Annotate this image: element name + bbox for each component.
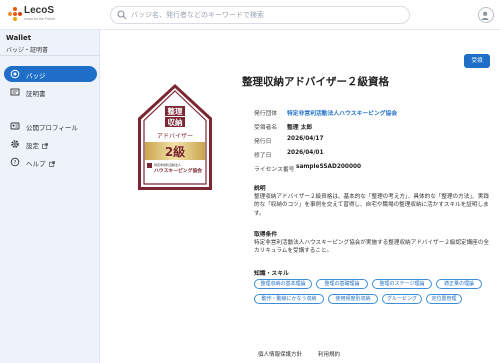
info-label: 発行日	[254, 139, 272, 145]
info-value: 整理 太郎	[287, 125, 313, 131]
skill-tag[interactable]: 使用頻度別収納	[328, 294, 378, 304]
skills-heading: 知識・スキル	[254, 271, 289, 277]
sidebar: Wallet バッジ・証明書 バッジ 証明書 公開プロフィール 設定 ? ヘルプ	[0, 30, 100, 363]
skill-tag[interactable]: 定位置管理	[426, 294, 462, 304]
sidebar-item-label: ヘルプ	[26, 158, 55, 168]
info-value: 2026/04/17	[287, 136, 324, 142]
info-value: sampleSSAD200000	[296, 164, 362, 170]
badge-icon	[10, 69, 20, 79]
sidebar-item-badges[interactable]: バッジ	[4, 66, 97, 82]
info-label: 修了日	[254, 153, 272, 159]
skill-tag[interactable]: 動作・動線にかなう収納	[254, 294, 324, 304]
badge-line2: 収納	[168, 117, 183, 127]
sidebar-divider	[0, 55, 100, 56]
sidebar-item-help[interactable]: ? ヘルプ	[4, 154, 97, 170]
user-icon	[481, 11, 489, 20]
sidebar-item-label: 証明書	[26, 90, 46, 98]
search-icon	[117, 10, 127, 20]
info-value: 2026/04/01	[287, 150, 324, 156]
description-text: 整理収納アドバイザー２級資格は、基本的な「整理の考え方」、具体的な「整理の方法」…	[254, 194, 489, 217]
info-label: 発行団体	[254, 111, 278, 117]
badge-org-small: 特定非営利活動法人	[154, 162, 181, 167]
logo-text: LecoS	[24, 5, 55, 16]
sidebar-item-certificates[interactable]: 証明書	[4, 84, 97, 100]
skill-tag[interactable]: 整理のステージ理論	[372, 279, 432, 289]
top-header: LecoS Learn for the Future バッジ名、発行者などのキー…	[0, 0, 500, 30]
conditions-text: 特定非営利活動法人ハウスキーピング協会が実施する整理収納アドバイザー２級認定講座…	[254, 240, 489, 255]
sidebar-item-settings[interactable]: 設定	[4, 136, 97, 152]
description-heading: 説明	[254, 186, 266, 192]
badge-org: ハウスキーピング協会	[154, 167, 202, 174]
info-label: 受領者名	[254, 125, 278, 131]
issuer-link[interactable]: 特定非営利活動法人ハウスキーピング協会	[287, 108, 397, 117]
skill-tag[interactable]: 整理の基礎理論	[316, 279, 368, 289]
gear-icon	[11, 140, 19, 148]
logo-mark-icon	[8, 7, 22, 21]
sidebar-title: Wallet	[6, 34, 32, 42]
sidebar-subtitle: バッジ・証明書	[6, 47, 49, 54]
badge-grade: 2級	[165, 144, 185, 159]
certificate-icon	[10, 88, 20, 96]
external-link-icon	[42, 143, 48, 149]
conditions-heading: 取得条件	[254, 232, 278, 238]
badge-line3: アドバイザー	[157, 133, 193, 140]
sidebar-item-label: 公開プロフィール	[26, 124, 78, 132]
lecos-logo[interactable]: LecoS Learn for the Future	[8, 5, 68, 25]
skill-tag[interactable]: 適正量の理論	[436, 279, 482, 289]
skill-tag[interactable]: グルーピング	[382, 294, 422, 304]
footer-terms-link[interactable]: 利用規約	[318, 350, 340, 358]
badge-line1: 整理	[168, 106, 183, 116]
sidebar-item-public-profile[interactable]: 公開プロフィール	[4, 118, 97, 134]
help-icon: ?	[10, 157, 20, 167]
profile-card-icon	[10, 122, 20, 130]
sidebar-item-label: 設定	[26, 140, 48, 150]
search-placeholder: バッジ名、発行者などのキーワードで検索	[131, 11, 264, 19]
sidebar-item-label: バッジ	[26, 72, 46, 80]
badge-image: 整理 収納 アドバイザー 2級 特定非営利活動法人 ハウスキーピング協会	[138, 84, 212, 190]
svg-text:?: ?	[14, 160, 17, 166]
logo-tagline: Learn for the Future	[24, 17, 55, 21]
account-button[interactable]	[478, 7, 494, 23]
footer-privacy-link[interactable]: 個人情報保護方針	[258, 350, 302, 358]
info-label: ライセンス番号	[254, 167, 295, 173]
search-input[interactable]: バッジ名、発行者などのキーワードで検索	[110, 6, 410, 24]
skill-tag[interactable]: 整理収納の基本理論	[254, 279, 312, 289]
page-title: 整理収納アドバイザー２級資格	[242, 76, 389, 88]
receive-button[interactable]: 受領	[464, 54, 490, 68]
external-link-icon	[48, 161, 55, 167]
